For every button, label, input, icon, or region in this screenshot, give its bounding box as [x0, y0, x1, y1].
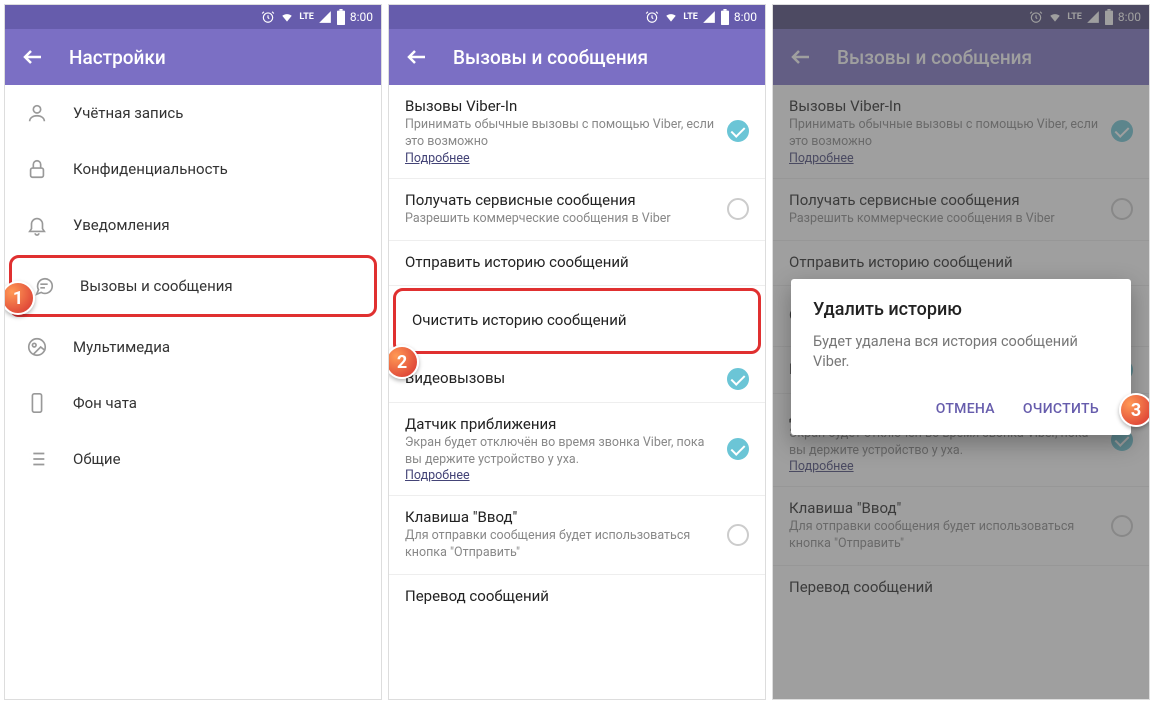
app-bar: Настройки [5, 29, 381, 85]
battery-icon [336, 9, 346, 25]
setting-title: Клавиша "Ввод" [405, 508, 715, 526]
lte-icon: LTE [683, 12, 698, 22]
alarm-icon [261, 10, 275, 24]
item-media[interactable]: Мультимедиа [5, 319, 381, 375]
setting-translate[interactable]: Перевод сообщений [389, 575, 765, 619]
item-calls-messages[interactable]: Вызовы и сообщения [9, 255, 377, 317]
item-privacy[interactable]: Конфиденциальность [5, 141, 381, 197]
phone-screen-3: LTE 8:00 Вызовы и сообщения Вызовы Viber… [772, 4, 1150, 700]
setting-send-history[interactable]: Отправить историю сообщений [389, 241, 765, 286]
back-icon[interactable] [21, 45, 45, 69]
clock-text: 8:00 [734, 10, 757, 24]
setting-clear-history[interactable]: Очистить историю сообщений [393, 288, 761, 354]
checkbox-checked-icon[interactable] [727, 438, 749, 460]
item-label: Уведомления [73, 216, 170, 234]
item-label: Конфиденциальность [73, 160, 228, 178]
setting-link[interactable]: Подробнее [405, 468, 715, 483]
item-notifications[interactable]: Уведомления [5, 197, 381, 253]
item-label: Общие [73, 450, 121, 468]
item-account[interactable]: Учётная запись [5, 85, 381, 141]
checkbox-checked-icon[interactable] [727, 120, 749, 142]
setting-service-messages[interactable]: Получать сервисные сообщения Разрешить к… [389, 179, 765, 241]
item-label: Фон чата [73, 394, 137, 412]
confirm-dialog: Удалить историю Будет удалена вся истори… [791, 279, 1131, 435]
alarm-icon [645, 10, 659, 24]
setting-enter-key[interactable]: Клавиша "Ввод" Для отправки сообщения бу… [389, 496, 765, 575]
setting-title: Очистить историю сообщений [412, 311, 742, 329]
setting-desc: Разрешить коммерческие сообщения в Viber [405, 211, 715, 228]
setting-link[interactable]: Подробнее [405, 151, 715, 166]
back-icon[interactable] [405, 45, 429, 69]
setting-desc: Для отправки сообщения будет использоват… [405, 528, 715, 562]
checkbox-checked-icon[interactable] [727, 368, 749, 390]
page-title: Вызовы и сообщения [453, 46, 648, 69]
setting-viber-in[interactable]: Вызовы Viber-In Принимать обычные вызовы… [389, 85, 765, 179]
setting-desc: Принимать обычные вызовы с помощью Viber… [405, 117, 715, 151]
checkbox-unchecked-icon[interactable] [727, 198, 749, 220]
list-icon [25, 447, 49, 471]
confirm-button[interactable]: ОЧИСТИТЬ [1013, 393, 1109, 425]
dialog-actions: ОТМЕНА ОЧИСТИТЬ [813, 393, 1109, 425]
settings-list: Учётная запись Конфиденциальность Уведом… [5, 85, 381, 699]
item-background[interactable]: Фон чата [5, 375, 381, 431]
setting-title: Вызовы Viber-In [405, 97, 715, 115]
app-bar: Вызовы и сообщения [389, 29, 765, 85]
setting-title: Отправить историю сообщений [405, 253, 749, 271]
lock-icon [25, 157, 49, 181]
wifi-icon [663, 10, 679, 24]
cancel-button[interactable]: ОТМЕНА [926, 393, 1005, 425]
phone-screen-2: LTE 8:00 Вызовы и сообщения Вызовы Viber… [388, 4, 766, 700]
setting-title: Видеовызовы [405, 369, 715, 387]
status-bar: LTE 8:00 [389, 5, 765, 29]
status-bar: LTE 8:00 [5, 5, 381, 29]
person-icon [25, 101, 49, 125]
signal-icon [702, 10, 716, 24]
phone-bg-icon [25, 391, 49, 415]
setting-proximity[interactable]: Датчик приближения Экран будет отключён … [389, 403, 765, 497]
dialog-title: Удалить историю [813, 299, 1109, 320]
media-icon [25, 335, 49, 359]
settings-list: Вызовы Viber-In Принимать обычные вызовы… [389, 85, 765, 699]
item-label: Учётная запись [73, 104, 183, 122]
item-label: Мультимедиа [73, 338, 170, 356]
page-title: Настройки [69, 46, 166, 69]
lte-icon: LTE [299, 12, 314, 22]
item-label: Вызовы и сообщения [80, 277, 233, 295]
phone-screen-1: LTE 8:00 Настройки Учётная запись Конфид… [4, 4, 382, 700]
setting-title: Перевод сообщений [405, 587, 749, 605]
step-badge-3: 3 [1119, 393, 1150, 427]
wifi-icon [279, 10, 295, 24]
setting-title: Получать сервисные сообщения [405, 191, 715, 209]
battery-icon [720, 9, 730, 25]
setting-video-calls[interactable]: Видеовызовы [389, 356, 765, 403]
bell-icon [25, 213, 49, 237]
setting-title: Датчик приближения [405, 415, 715, 433]
setting-desc: Экран будет отключён во время звонка Vib… [405, 435, 715, 469]
clock-text: 8:00 [350, 10, 373, 24]
item-general[interactable]: Общие [5, 431, 381, 487]
checkbox-unchecked-icon[interactable] [727, 524, 749, 546]
chat-icon [32, 274, 56, 298]
signal-icon [318, 10, 332, 24]
dialog-message: Будет удалена вся история сообщений Vibe… [813, 332, 1109, 373]
